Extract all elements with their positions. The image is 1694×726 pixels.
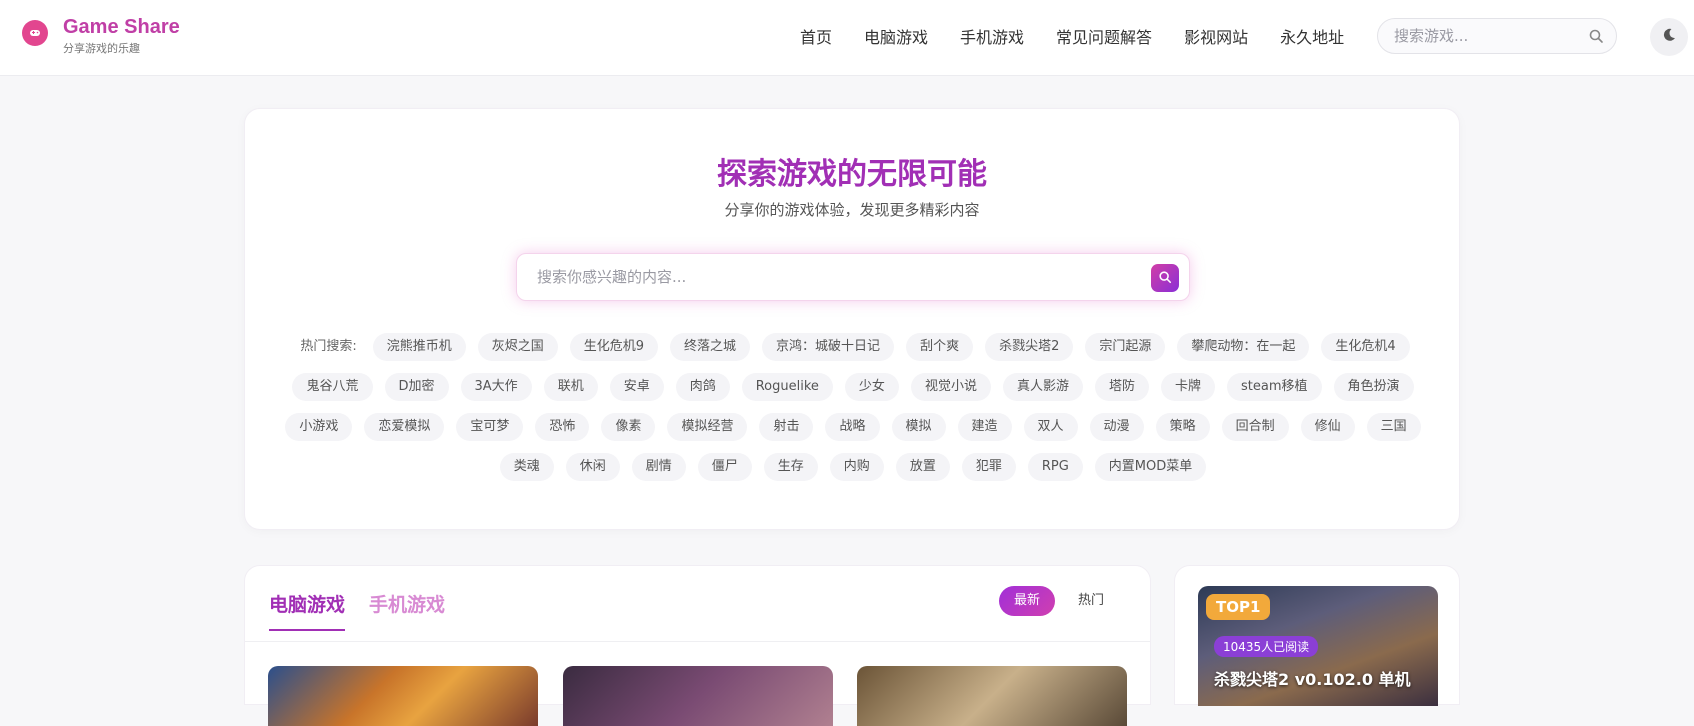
sort-popular-button[interactable]: 热门	[1063, 586, 1119, 616]
hot-search-tag[interactable]: 鬼谷八荒	[292, 373, 373, 401]
top-ranked-title[interactable]: 杀戮尖塔2 v0.102.0 单机	[1214, 666, 1411, 690]
hot-search-tag[interactable]: 策略	[1155, 413, 1210, 441]
hero-title: 探索游戏的无限可能	[717, 157, 987, 192]
top-ranked-card[interactable]: TOP1 10435人已阅读 杀戮尖塔2 v0.102.0 单机	[1198, 586, 1438, 706]
hot-search-tag[interactable]: 动漫	[1089, 413, 1144, 441]
hot-search-label: 热门搜索:	[300, 339, 357, 354]
hot-search-tag[interactable]: 模拟经营	[667, 413, 748, 441]
hot-search-tag[interactable]: 卡牌	[1160, 373, 1215, 401]
hot-search-tag[interactable]: 犯罪	[961, 453, 1016, 481]
hot-search-tag[interactable]: 终落之城	[670, 333, 751, 361]
hot-search-tag[interactable]: RPG	[1027, 453, 1083, 481]
hot-search-tag[interactable]: 僵尸	[697, 453, 752, 481]
hot-search-tag[interactable]: 3A大作	[460, 373, 532, 401]
hot-search-tag[interactable]: 内置MOD菜单	[1094, 453, 1207, 481]
hot-search-tag[interactable]: D加密	[384, 373, 449, 401]
read-count-badge: 10435人已阅读	[1214, 636, 1319, 657]
hot-search-tag[interactable]: 角色扮演	[1333, 373, 1414, 401]
rank-badge: TOP1	[1206, 594, 1271, 620]
hot-search-tag[interactable]: 修仙	[1300, 413, 1355, 441]
game-card-thumbnail[interactable]	[563, 666, 833, 726]
hot-search-tag[interactable]: 浣熊推币机	[372, 333, 466, 361]
sort-latest-button[interactable]: 最新	[999, 586, 1056, 616]
nav-mobile-games[interactable]: 手机游戏	[960, 24, 1024, 48]
nav-faq[interactable]: 常见问题解答	[1056, 24, 1152, 48]
sort-toggle: 最新 热门	[999, 586, 1119, 616]
game-card-thumbnail[interactable]	[268, 666, 538, 726]
hot-search-tag[interactable]: 射击	[759, 413, 814, 441]
theme-toggle-button[interactable]	[1650, 18, 1688, 56]
brand-title[interactable]: Game Share	[63, 16, 180, 39]
hot-search-tag[interactable]: 生存	[763, 453, 818, 481]
tab-mobile-games[interactable]: 手机游戏	[369, 590, 445, 631]
nav-home[interactable]: 首页	[800, 24, 832, 48]
brand-subtitle: 分享游戏的乐趣	[63, 42, 140, 55]
hot-search-tag[interactable]: 攀爬动物：在一起	[1177, 333, 1310, 361]
hot-search-tag[interactable]: 杀戮尖塔2	[985, 333, 1074, 361]
hot-search-tag[interactable]: 恐怖	[535, 413, 590, 441]
hot-search-tag[interactable]: 宝可梦	[456, 413, 524, 441]
hero-search-input[interactable]	[537, 254, 1137, 300]
moon-icon	[1661, 27, 1677, 47]
header-search-input[interactable]	[1394, 19, 1584, 53]
hot-search-tag[interactable]: 生化危机9	[569, 333, 659, 361]
nav-pc-games[interactable]: 电脑游戏	[864, 24, 928, 48]
hot-search-tag[interactable]: 回合制	[1221, 413, 1289, 441]
hot-search-tag[interactable]: 安卓	[609, 373, 664, 401]
hot-search-tag[interactable]: 生化危机4	[1321, 333, 1410, 361]
hot-search-tag[interactable]: 塔防	[1094, 373, 1149, 401]
header-search-box	[1377, 18, 1617, 54]
hero-search-box	[516, 253, 1190, 301]
hot-search-tag[interactable]: 视觉小说	[910, 373, 991, 401]
search-icon[interactable]	[1588, 28, 1604, 48]
hot-search-tag[interactable]: 战略	[825, 413, 880, 441]
hot-search-tag[interactable]: Roguelike	[741, 373, 833, 401]
hot-search-tag[interactable]: 像素	[601, 413, 656, 441]
hot-search-tag[interactable]: 模拟	[891, 413, 946, 441]
divider	[245, 641, 1150, 642]
hot-search-tag[interactable]: 灰烬之国	[477, 333, 558, 361]
hot-search-tag[interactable]: 真人影游	[1002, 373, 1083, 401]
hot-search-tags: 热门搜索: 浣熊推币机 灰烬之国 生化危机9 终落之城 京鸿：城破十日记 刮个爽 杀戮尖塔2…	[265, 333, 1441, 481]
hot-search-tag[interactable]: 刮个爽	[906, 333, 974, 361]
nav-permanent-address[interactable]: 永久地址	[1280, 24, 1344, 48]
main-nav: 首页 电脑游戏 手机游戏 常见问题解答 影视网站 永久地址	[800, 24, 1344, 48]
hero-section: 探索游戏的无限可能 分享你的游戏体验，发现更多精彩内容 热门搜索: 浣熊推币机灰…	[244, 108, 1460, 530]
hot-search-tag[interactable]: 剧情	[631, 453, 686, 481]
hot-search-tag[interactable]: 放置	[895, 453, 950, 481]
hot-search-tag[interactable]: 联机	[543, 373, 598, 401]
hot-search-tag[interactable]: 少女	[844, 373, 899, 401]
hot-search-tag[interactable]: 建造	[957, 413, 1012, 441]
hero-subtitle: 分享你的游戏体验，发现更多精彩内容	[724, 201, 980, 219]
hot-search-tag[interactable]: 小游戏	[285, 413, 353, 441]
game-list-section: 电脑游戏 手机游戏 最新 热门	[244, 565, 1151, 726]
tab-pc-games[interactable]: 电脑游戏	[269, 590, 346, 631]
ranking-sidebar: TOP1 10435人已阅读 杀戮尖塔2 v0.102.0 单机	[1174, 565, 1460, 706]
hot-search-tag[interactable]: 三国	[1366, 413, 1421, 441]
hot-search-tag[interactable]: 恋爱模拟	[364, 413, 445, 441]
hot-search-tag[interactable]: 京鸿：城破十日记	[762, 333, 895, 361]
nav-video-sites[interactable]: 影视网站	[1184, 24, 1248, 48]
hot-search-tag[interactable]: 内购	[829, 453, 884, 481]
hot-search-tag[interactable]: 类魂	[499, 453, 554, 481]
hot-search-tag[interactable]: 宗门起源	[1085, 333, 1166, 361]
top-header: Game Share 分享游戏的乐趣 首页 电脑游戏 手机游戏 常见问题解答 影…	[0, 0, 1694, 76]
hero-search-button[interactable]	[1151, 264, 1179, 292]
category-tabs: 电脑游戏 手机游戏	[269, 590, 469, 631]
game-controller-icon[interactable]	[22, 20, 48, 46]
search-icon	[1158, 269, 1172, 288]
hot-search-tag[interactable]: 双人	[1023, 413, 1078, 441]
hot-search-tag[interactable]: 休闲	[565, 453, 620, 481]
hot-search-tag[interactable]: steam移植	[1227, 373, 1322, 401]
hot-search-tag[interactable]: 肉鸽	[675, 373, 730, 401]
game-card-thumbnail[interactable]	[857, 666, 1127, 726]
